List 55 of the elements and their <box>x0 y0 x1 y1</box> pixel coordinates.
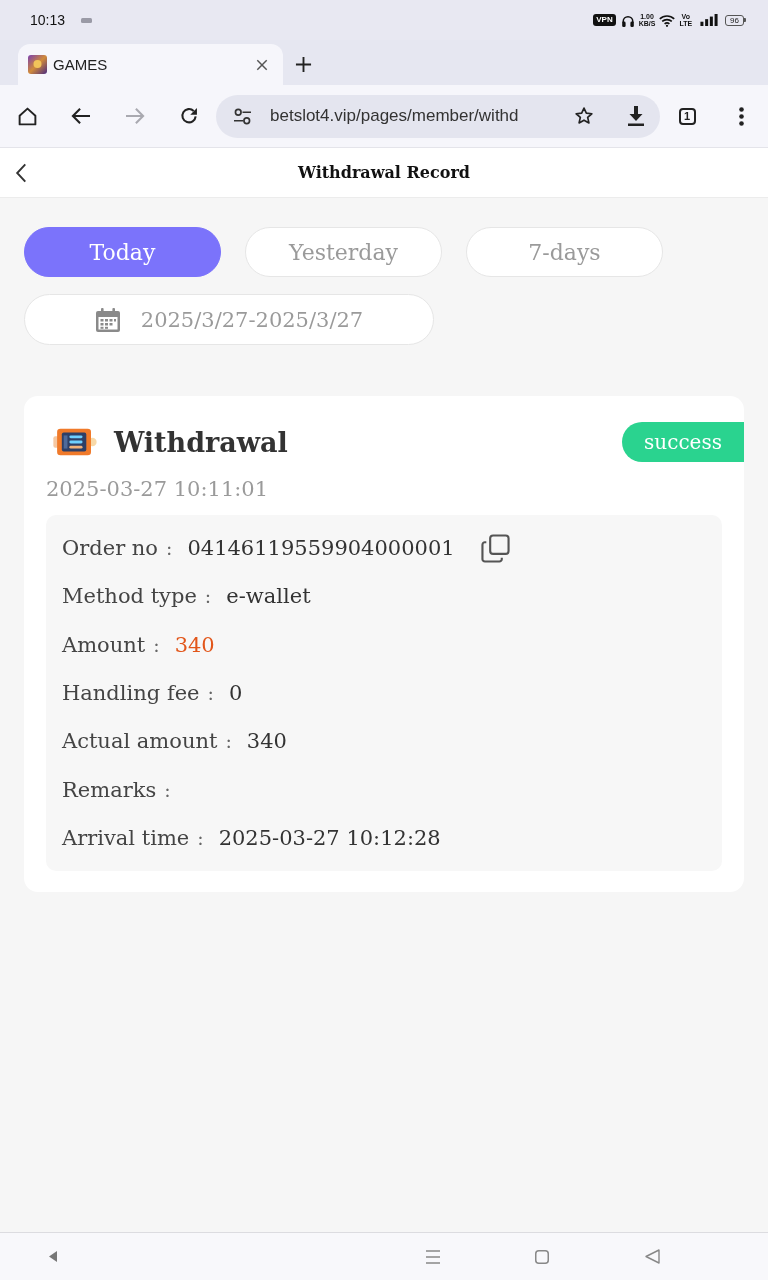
status-badge: success <box>622 422 744 462</box>
vpn-badge: VPN <box>593 14 616 26</box>
detail-label: Method type <box>62 584 197 609</box>
detail-value: 0 <box>228 681 243 706</box>
clock-time: 10:13 <box>30 12 66 28</box>
date-range-picker[interactable]: 2025/3/27-2025/3/27 <box>24 294 434 345</box>
colon-separator: : <box>166 537 173 560</box>
page-title: Withdrawal Record <box>297 163 471 182</box>
filter-tab[interactable]: Yesterday <box>245 227 442 277</box>
battery-indicator: 96 <box>725 14 746 26</box>
plus-icon[interactable] <box>295 56 312 73</box>
back-arrow-icon[interactable] <box>71 107 91 125</box>
ticket-icon <box>53 426 97 458</box>
download-icon[interactable] <box>627 106 645 126</box>
colon-separator: : <box>204 585 212 608</box>
home-icon[interactable] <box>16 105 38 127</box>
filter-tab[interactable]: 7-days <box>466 227 663 277</box>
square-icon[interactable] <box>535 1249 549 1264</box>
back-icon[interactable] <box>645 1249 660 1264</box>
calendar-icon <box>94 306 121 333</box>
filter-tab[interactable]: Today <box>24 227 221 277</box>
wifi-icon <box>659 13 676 27</box>
detail-label: Arrival time <box>62 825 190 850</box>
favicon-icon <box>28 55 47 74</box>
copy-icon[interactable] <box>480 533 510 563</box>
colon-separator: : <box>197 826 204 849</box>
colon-separator: : <box>164 778 171 801</box>
colon-separator: : <box>153 633 160 656</box>
headphones-icon <box>620 13 635 27</box>
tab-count-button[interactable]: 1 <box>678 107 696 125</box>
close-icon[interactable] <box>256 58 268 71</box>
detail-value: 04146119559904000001 <box>187 536 455 561</box>
detail-value: 2025-03-27 10:12:28 <box>218 825 441 850</box>
notification-icon <box>81 17 93 23</box>
signal-icon <box>700 14 719 26</box>
address-bar[interactable]: betslot4.vip/pages/member/withd <box>216 94 660 138</box>
detail-label: Order no <box>62 536 158 561</box>
colon-separator: : <box>225 730 232 753</box>
detail-label: Actual amount <box>62 729 218 754</box>
detail-label: Remarks <box>62 777 157 802</box>
detail-value: 340 <box>174 632 215 657</box>
detail-label: Amount <box>62 632 146 657</box>
record-title: Withdrawal <box>114 426 288 458</box>
star-icon[interactable] <box>574 106 594 126</box>
colon-separator: : <box>207 682 214 705</box>
detail-value: e-wallet <box>226 584 311 609</box>
browser-tab[interactable]: GAMES <box>18 44 283 85</box>
record-time: 2025-03-27 10:11:01 <box>46 476 269 503</box>
back-chevron-icon[interactable] <box>15 162 27 183</box>
detail-label: Handling fee <box>62 681 200 706</box>
detail-value: 340 <box>246 729 287 754</box>
left-triangle-icon[interactable] <box>49 1251 57 1262</box>
reload-icon[interactable] <box>179 106 199 126</box>
menu-icon[interactable] <box>738 106 744 126</box>
sliders-icon[interactable] <box>233 107 252 125</box>
